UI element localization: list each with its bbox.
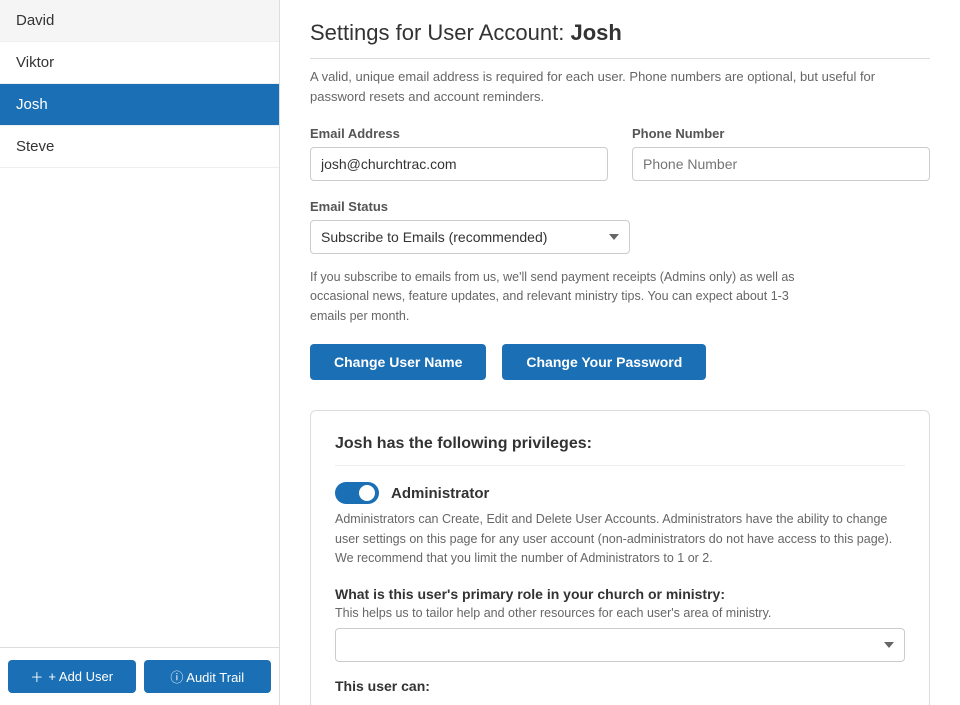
role-select[interactable]: [335, 628, 905, 662]
email-input[interactable]: [310, 147, 608, 181]
email-status-select[interactable]: Subscribe to Emails (recommended)Unsubsc…: [310, 220, 630, 254]
toggle-track: [335, 482, 379, 504]
sidebar-item-viktor[interactable]: Viktor: [0, 42, 279, 84]
add-user-label: + Add User: [48, 669, 113, 684]
role-label: What is this user's primary role in your…: [335, 586, 905, 602]
action-buttons: Change User Name Change Your Password: [310, 344, 930, 380]
administrator-privilege: Administrator Administrators can Create,…: [335, 482, 905, 568]
change-password-button[interactable]: Change Your Password: [502, 344, 706, 380]
email-status-group: Email Status Subscribe to Emails (recomm…: [310, 199, 930, 326]
email-label: Email Address: [310, 126, 608, 141]
permissions-section: This user can: Add Names to the Database…: [335, 678, 905, 705]
role-sublabel: This helps us to tailor help and other r…: [335, 606, 905, 620]
privileges-card: Josh has the following privileges: Admin…: [310, 410, 930, 705]
toggle-thumb: [359, 485, 375, 501]
phone-group: Phone Number: [632, 126, 930, 181]
subtitle: A valid, unique email address is require…: [310, 67, 930, 106]
administrator-description: Administrators can Create, Edit and Dele…: [335, 510, 905, 568]
email-status-section: Email Status Subscribe to Emails (recomm…: [310, 199, 930, 326]
email-status-note: If you subscribe to emails from us, we'l…: [310, 268, 810, 326]
sidebar-actions: ＋ + Add User ⓘ Audit Trail: [0, 647, 279, 705]
privilege-header: Administrator: [335, 482, 905, 504]
sidebar-item-josh[interactable]: Josh: [0, 84, 279, 126]
administrator-toggle[interactable]: [335, 482, 379, 504]
role-section: What is this user's primary role in your…: [335, 586, 905, 662]
main-content: Settings for User Account: Josh A valid,…: [280, 0, 960, 705]
sidebar: DavidViktorJoshSteve ＋ + Add User ⓘ Audi…: [0, 0, 280, 705]
administrator-label: Administrator: [391, 485, 489, 502]
privileges-title: Josh has the following privileges:: [335, 435, 905, 466]
permissions-title: This user can:: [335, 678, 905, 694]
add-user-button[interactable]: ＋ + Add User: [8, 660, 136, 693]
audit-trail-button[interactable]: ⓘ Audit Trail: [144, 660, 272, 693]
privileges-title-text: has the following privileges:: [377, 435, 592, 452]
privileges-username: Josh: [335, 435, 372, 452]
audit-trail-label: ⓘ Audit Trail: [170, 667, 244, 686]
email-status-label: Email Status: [310, 199, 930, 214]
phone-input[interactable]: [632, 147, 930, 181]
sidebar-item-steve[interactable]: Steve: [0, 126, 279, 168]
email-phone-row: Email Address Phone Number: [310, 126, 930, 181]
sidebar-item-david[interactable]: David: [0, 0, 279, 42]
page-title: Settings for User Account: Josh: [310, 20, 930, 59]
phone-label: Phone Number: [632, 126, 930, 141]
plus-icon: ＋: [30, 667, 43, 686]
email-group: Email Address: [310, 126, 608, 181]
change-username-button[interactable]: Change User Name: [310, 344, 486, 380]
